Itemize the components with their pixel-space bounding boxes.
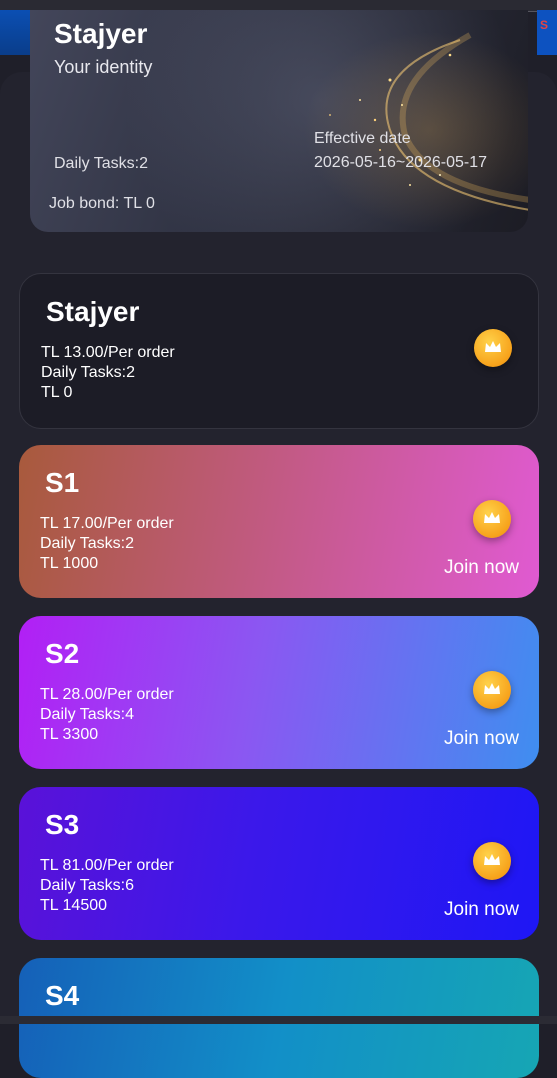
identity-subtitle: Your identity — [54, 57, 153, 77]
level-title: Stajyer — [46, 296, 140, 327]
level-daily-tasks: Daily Tasks:2 — [40, 535, 134, 552]
level-price: TL 28.00/Per order — [40, 686, 174, 703]
crown-icon — [474, 329, 512, 367]
crown-icon — [473, 842, 511, 880]
level-price: TL 17.00/Per order — [40, 515, 174, 532]
join-now-button[interactable]: Join now — [444, 899, 519, 921]
level-title: S3 — [45, 809, 80, 840]
identity-card: Stajyer Your identity Effective date 202… — [30, 10, 528, 232]
level-bond: TL 14500 — [40, 897, 108, 914]
level-daily-tasks: Daily Tasks:4 — [40, 706, 134, 723]
level-bond: TL 0 — [41, 384, 73, 401]
level-title: S2 — [45, 638, 80, 669]
join-now-button[interactable]: Join now — [444, 557, 519, 579]
bottom-bar — [0, 1016, 557, 1024]
back-edge — [0, 10, 34, 55]
crown-icon — [473, 500, 511, 538]
edge-tab: S — [537, 10, 557, 55]
level-daily-tasks: Daily Tasks:6 — [40, 877, 134, 894]
level-card-s3[interactable]: S3 TL 81.00/Per order Daily Tasks:6 TL 1… — [19, 787, 539, 940]
level-price: TL 81.00/Per order — [40, 857, 174, 874]
level-bond: TL 3300 — [40, 726, 99, 743]
level-title: S4 — [45, 980, 80, 1011]
level-card-s2[interactable]: S2 TL 28.00/Per order Daily Tasks:4 TL 3… — [19, 616, 539, 769]
level-card-s1[interactable]: S1 TL 17.00/Per order Daily Tasks:2 TL 1… — [19, 445, 539, 598]
level-card-stajyer[interactable]: Stajyer TL 13.00/Per order Daily Tasks:2… — [19, 273, 539, 429]
effective-date-value: 2026-05-16~2026-05-17 — [314, 154, 488, 171]
level-bond: TL 1000 — [40, 555, 99, 572]
identity-daily-tasks: Daily Tasks:2 — [54, 155, 148, 172]
edge-tab-label: S — [540, 18, 549, 32]
effective-date-label: Effective date — [314, 130, 411, 147]
level-price: TL 13.00/Per order — [41, 344, 175, 361]
join-now-button[interactable]: Join now — [444, 728, 519, 750]
identity-level-name: Stajyer — [54, 18, 148, 49]
level-title: S1 — [45, 467, 80, 498]
identity-job-bond: Job bond: TL 0 — [49, 195, 155, 212]
level-daily-tasks: Daily Tasks:2 — [41, 364, 135, 381]
crown-icon — [473, 671, 511, 709]
